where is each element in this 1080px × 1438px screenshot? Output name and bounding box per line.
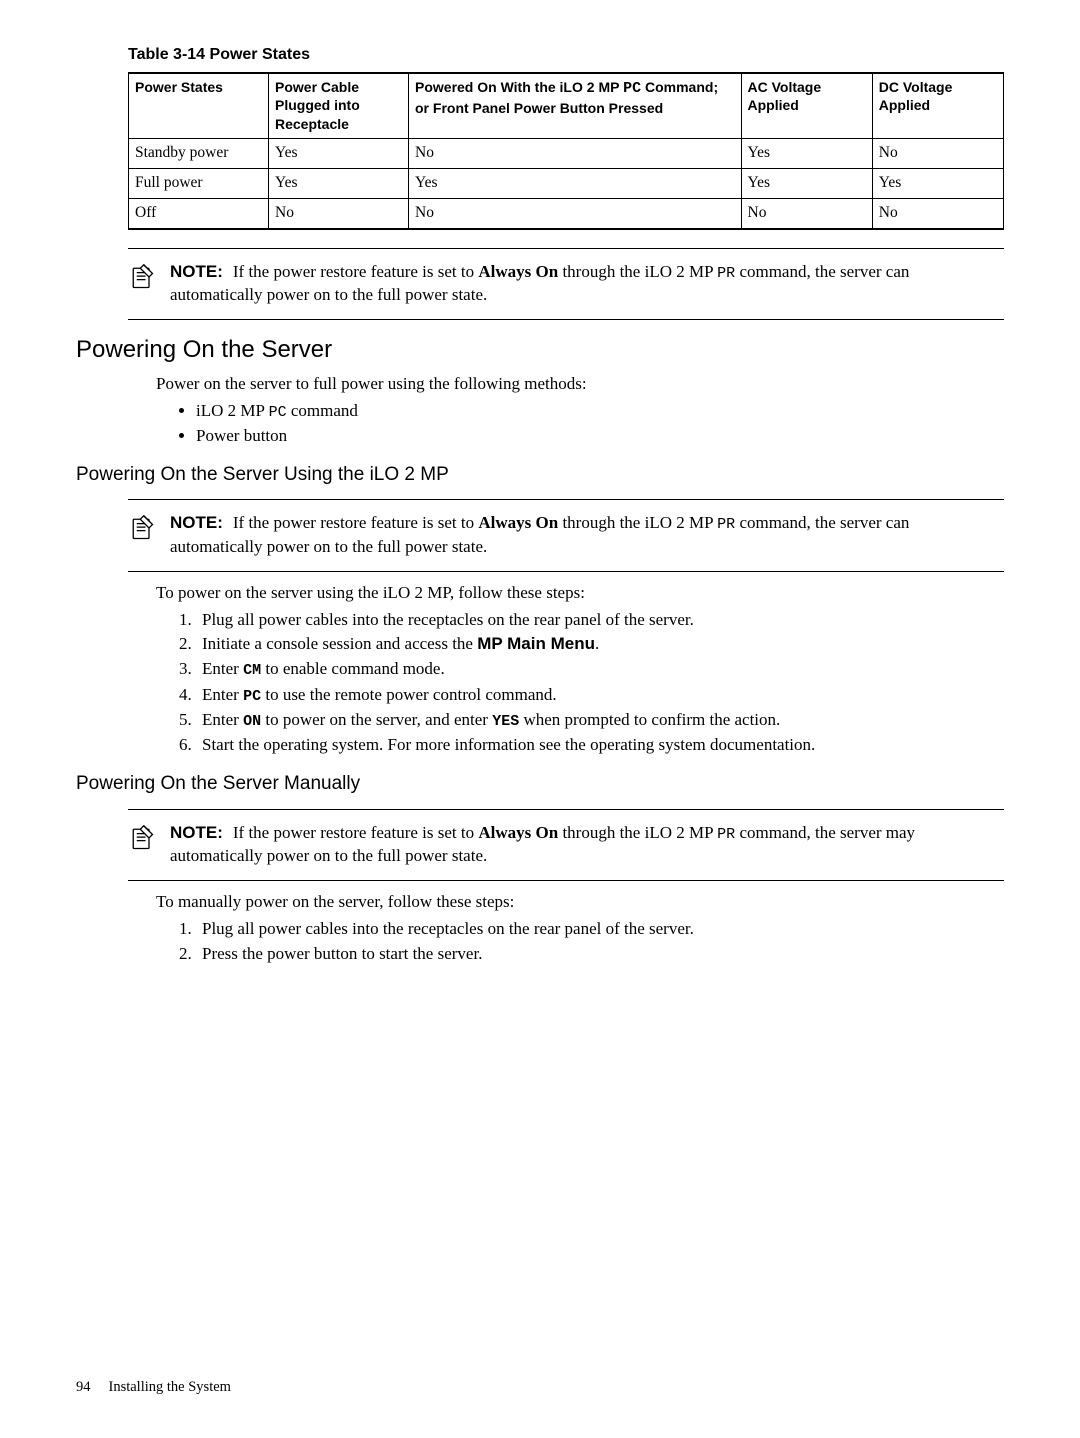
cell: Off [129,199,269,229]
note-frag: If the power restore feature is set to [233,823,478,842]
li-frag-mono: PC [243,688,261,705]
cell: Yes [741,169,872,199]
cell: No [741,199,872,229]
cell: Full power [129,169,269,199]
th-cable: Power Cable Plugged into Receptacle [269,73,409,139]
table-row: Full power Yes Yes Yes Yes [129,169,1004,199]
note-frag-bold: Always On [478,823,558,842]
li-frag: Enter [202,710,243,729]
note-block: NOTE: If the power restore feature is set… [128,822,1004,868]
cell: No [409,139,742,169]
note-frag-mono: PR [717,516,735,533]
li-frag-bold: MP Main Menu [477,634,595,653]
list-item: Enter PC to use the remote power control… [196,684,1004,707]
heading-powering-on: Powering On the Server [76,334,1004,366]
chapter-title: Installing the System [109,1379,231,1395]
cell: Yes [741,139,872,169]
li-frag: to power on the server, and enter [261,710,492,729]
cell: No [269,199,409,229]
th-powered-on: Powered On With the iLO 2 MP PC Command;… [409,73,742,139]
li-frag: Initiate a console session and access th… [202,634,477,653]
page-footer: 94 Installing the System [76,1378,231,1398]
cell: No [872,199,1003,229]
manual-intro: To manually power on the server, follow … [156,891,1004,914]
note-text: NOTE: If the power restore feature is set… [170,261,1004,307]
note-block: NOTE: If the power restore feature is set… [128,512,1004,558]
cell: Yes [409,169,742,199]
cell: Yes [269,139,409,169]
note-label: NOTE: [170,823,223,842]
cell: Yes [872,169,1003,199]
li-frag: to use the remote power control command. [261,685,557,704]
note-frag: through the iLO 2 MP [558,513,717,532]
heading-manual: Powering On the Server Manually [76,771,1004,797]
note-frag-mono: PR [717,826,735,843]
note-frag: If the power restore feature is set to [233,513,478,532]
list-item: iLO 2 MP PC command [196,400,1004,423]
note-icon [128,261,158,307]
note-frag: through the iLO 2 MP [558,823,717,842]
li-frag: command [287,401,358,420]
li-frag-mono: ON [243,713,261,730]
li-frag: Enter [202,685,243,704]
li-frag-mono: YES [492,713,519,730]
li-frag: Enter [202,659,243,678]
note-frag-bold: Always On [478,262,558,281]
note-frag-mono: PR [717,265,735,282]
ilo-steps: Plug all power cables into the receptacl… [156,609,1004,758]
method-list: iLO 2 MP PC command Power button [156,400,1004,448]
list-item: Press the power button to start the serv… [196,943,1004,966]
note-label: NOTE: [170,513,223,532]
li-frag: . [595,634,599,653]
list-item: Plug all power cables into the receptacl… [196,609,1004,632]
list-item: Initiate a console session and access th… [196,633,1004,656]
ilo-intro: To power on the server using the iLO 2 M… [156,582,1004,605]
note-icon [128,512,158,558]
li-frag: to enable command mode. [261,659,445,678]
note-frag: If the power restore feature is set to [233,262,478,281]
li-frag: when prompted to confirm the action. [519,710,780,729]
manual-steps: Plug all power cables into the receptacl… [156,918,1004,966]
note-text: NOTE: If the power restore feature is set… [170,512,1004,558]
list-item: Power button [196,425,1004,448]
li-frag: iLO 2 MP [196,401,269,420]
li-frag-mono: PC [269,404,287,421]
intro-text: Power on the server to full power using … [156,373,1004,396]
th-dc: DC Voltage Applied [872,73,1003,139]
note-block: NOTE: If the power restore feature is set… [128,261,1004,307]
note-frag-bold: Always On [478,513,558,532]
cell: Yes [269,169,409,199]
li-frag-mono: CM [243,662,261,679]
list-item: Plug all power cables into the receptacl… [196,918,1004,941]
cell: No [872,139,1003,169]
note-frag: through the iLO 2 MP [558,262,717,281]
note-text: NOTE: If the power restore feature is set… [170,822,1004,868]
table-row: Off No No No No [129,199,1004,229]
list-item: Start the operating system. For more inf… [196,734,1004,757]
table-caption: Table 3-14 Power States [128,44,1004,66]
th-ac: AC Voltage Applied [741,73,872,139]
note-label: NOTE: [170,262,223,281]
table-row: Standby power Yes No Yes No [129,139,1004,169]
power-states-table: Power States Power Cable Plugged into Re… [128,72,1004,230]
note-icon [128,822,158,868]
list-item: Enter CM to enable command mode. [196,658,1004,681]
page-number: 94 [76,1379,91,1395]
heading-ilo: Powering On the Server Using the iLO 2 M… [76,462,1004,488]
cell: Standby power [129,139,269,169]
list-item: Enter ON to power on the server, and ent… [196,709,1004,732]
cell: No [409,199,742,229]
th-power-states: Power States [129,73,269,139]
